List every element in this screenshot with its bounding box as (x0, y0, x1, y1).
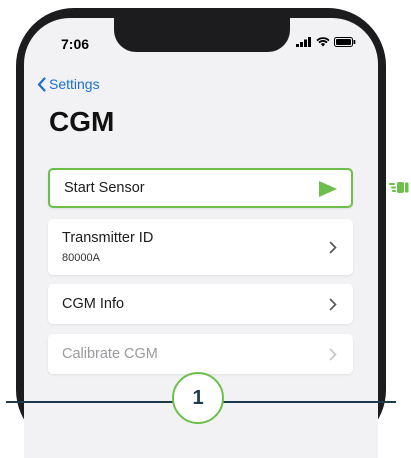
notch (114, 18, 290, 52)
back-label: Settings (49, 76, 100, 92)
start-sensor-button[interactable]: Start Sensor (48, 168, 353, 208)
chevron-right-icon (329, 348, 337, 361)
battery-icon (334, 37, 356, 47)
transmitter-id-row[interactable]: Transmitter ID 80000A (48, 219, 353, 275)
wifi-icon (316, 37, 330, 47)
pointing-hand-icon (389, 182, 409, 193)
chevron-right-icon (329, 298, 337, 311)
page-title: CGM (49, 106, 115, 137)
status-icons (296, 37, 356, 47)
play-icon (319, 181, 337, 197)
chevron-left-icon (37, 76, 46, 92)
cellular-signal-icon (296, 37, 311, 47)
chevron-right-icon (329, 241, 337, 254)
cgm-info-label: CGM Info (62, 296, 125, 312)
transmitter-id-value: 80000A (62, 252, 100, 264)
step-number-badge: 1 (172, 372, 224, 424)
calibrate-cgm-row[interactable]: Calibrate CGM (48, 334, 353, 374)
status-time: 7:06 (61, 36, 90, 52)
back-button[interactable]: Settings (37, 76, 100, 92)
calibrate-cgm-label: Calibrate CGM (62, 346, 158, 362)
start-sensor-label: Start Sensor (64, 180, 145, 196)
transmitter-id-label: Transmitter ID (62, 230, 154, 246)
cgm-info-row[interactable]: CGM Info (48, 284, 353, 324)
